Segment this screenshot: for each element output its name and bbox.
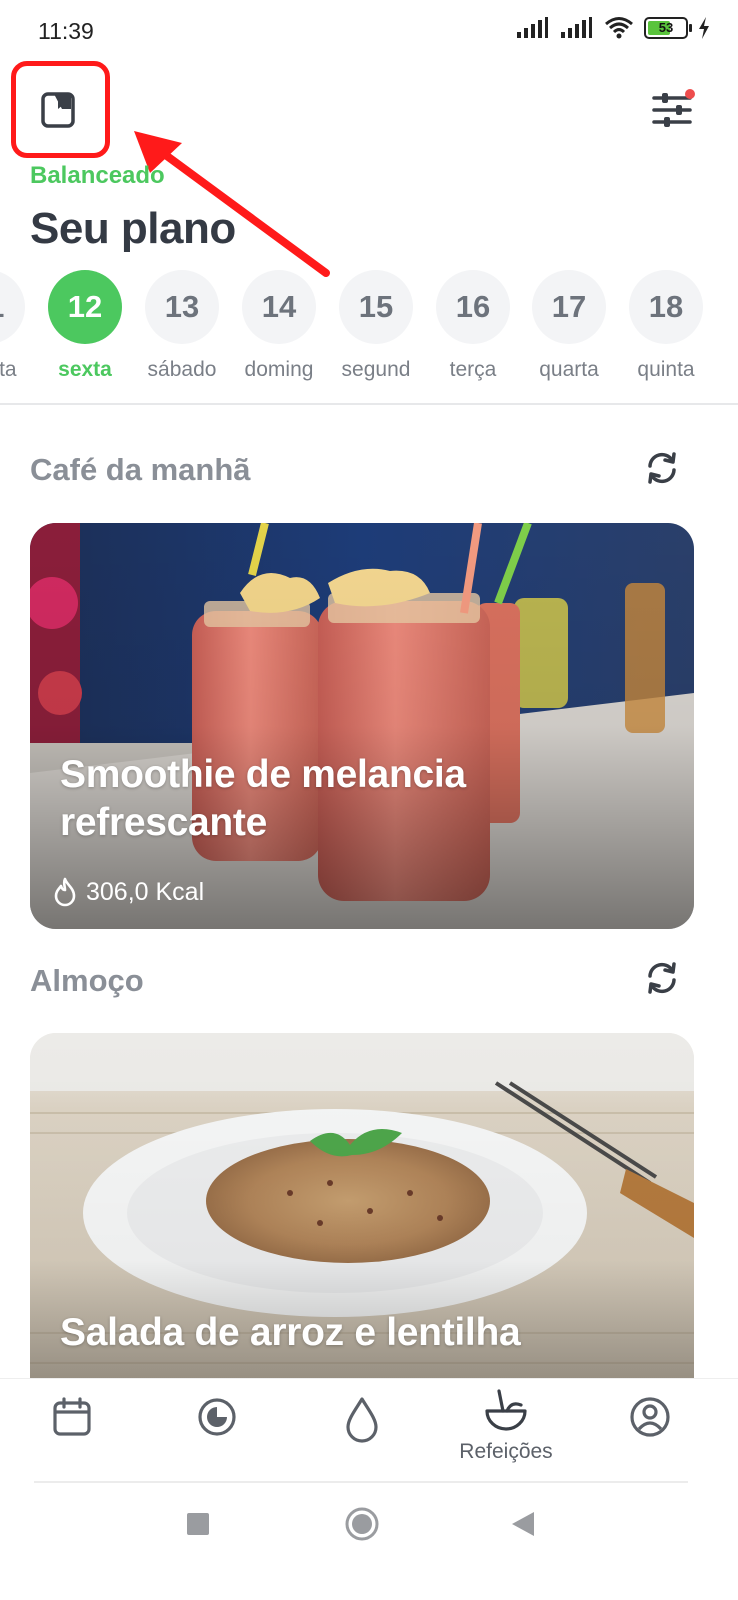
- day-number: 16: [436, 270, 510, 344]
- meal-name: Smoothie de melancia refrescante: [60, 751, 466, 847]
- progress-icon: [198, 1398, 236, 1436]
- day-name: segund: [341, 358, 411, 381]
- home-icon[interactable]: [344, 1506, 380, 1542]
- bottom-navigation: Refeições: [0, 1378, 738, 1484]
- day-selector: 11 quinta 12 sexta 13 sábado 14 doming 1…: [0, 270, 738, 394]
- breakfast-section-title: Café da manhã: [30, 452, 251, 487]
- wifi-icon: [605, 17, 633, 39]
- nav-profile[interactable]: [590, 1395, 710, 1444]
- battery-icon: 53: [644, 17, 692, 39]
- sliders-icon: [652, 89, 695, 127]
- calendar-icon: [53, 1397, 91, 1436]
- battery-level: 53: [658, 20, 674, 35]
- nav-meals-label: Refeições: [459, 1440, 553, 1463]
- diet-type-label: Balanceado: [30, 162, 165, 189]
- day-number: 13: [145, 270, 219, 344]
- nav-progress[interactable]: [157, 1395, 277, 1444]
- day-name: doming: [244, 358, 314, 381]
- meal-name-line2: refrescante: [60, 801, 267, 844]
- nav-meals[interactable]: Refeições: [446, 1389, 566, 1464]
- meal-bowl-icon: [485, 1389, 527, 1431]
- app-screen: 11:39 53 Balanceado Seu plano ta 12 sext…: [0, 0, 738, 1600]
- day-item[interactable]: 13 sábado: [133, 270, 231, 382]
- day-number: 15: [339, 270, 413, 344]
- day-number: 12: [48, 270, 122, 344]
- nav-calendar[interactable]: [12, 1395, 132, 1444]
- nav-water[interactable]: [302, 1395, 422, 1448]
- day-item[interactable]: 15 segund: [327, 270, 425, 382]
- day-item[interactable]: 11 quinta: [0, 270, 37, 382]
- day-item[interactable]: 16 terça: [424, 270, 522, 382]
- meal-name-line1: Smoothie de melancia: [60, 753, 466, 796]
- status-icons: 53: [516, 16, 710, 40]
- day-number: 14: [242, 270, 316, 344]
- signal-icon: [517, 17, 548, 38]
- day-name: terça: [449, 358, 497, 381]
- divider: [34, 1481, 688, 1483]
- day-number: 11: [0, 270, 25, 344]
- back-icon[interactable]: [510, 1510, 536, 1538]
- page-title: Seu plano: [30, 204, 236, 253]
- meal-name: Salada de arroz e lentilha: [60, 1311, 521, 1354]
- refresh-icon: [648, 452, 676, 484]
- day-item-selected[interactable]: 12 sexta: [36, 270, 134, 382]
- day-item[interactable]: 18 quinta: [617, 270, 715, 382]
- day-name: quinta: [637, 358, 695, 381]
- day-name: quinta: [0, 358, 17, 381]
- day-name: quarta: [539, 358, 599, 381]
- water-drop-icon: [346, 1397, 378, 1443]
- calories-value: 306,0 Kcal: [86, 877, 205, 906]
- lunch-section-title: Almoço: [30, 963, 144, 998]
- day-number: 17: [532, 270, 606, 344]
- status-bar: 11:39 53: [0, 0, 738, 62]
- profile-icon: [630, 1397, 670, 1437]
- lunch-meal-card[interactable]: Salada de arroz e lentilha: [30, 1033, 694, 1413]
- meal-calories: 306,0 Kcal: [52, 877, 204, 907]
- divider: [0, 403, 738, 405]
- swap-lunch-button[interactable]: [642, 958, 682, 998]
- signal-icon: [561, 17, 592, 38]
- day-name: sexta: [58, 358, 112, 381]
- system-navigation-bar: [0, 1490, 738, 1600]
- breakfast-meal-card[interactable]: Smoothie de melancia refrescante 306,0 K…: [30, 523, 694, 929]
- swap-breakfast-button[interactable]: [642, 448, 682, 488]
- charging-icon: [699, 17, 709, 39]
- day-item[interactable]: 17 quarta: [520, 270, 618, 382]
- highlight-annotation: [11, 61, 110, 158]
- filter-settings-button[interactable]: [650, 88, 698, 132]
- day-item[interactable]: 14 doming: [230, 270, 328, 382]
- recent-apps-icon[interactable]: [186, 1512, 210, 1536]
- day-name: sábado: [147, 358, 217, 381]
- day-number: 18: [629, 270, 703, 344]
- refresh-icon: [648, 962, 676, 994]
- status-time: 11:39: [38, 18, 94, 44]
- flame-icon: [54, 877, 76, 907]
- smoothie-photo: [30, 523, 694, 929]
